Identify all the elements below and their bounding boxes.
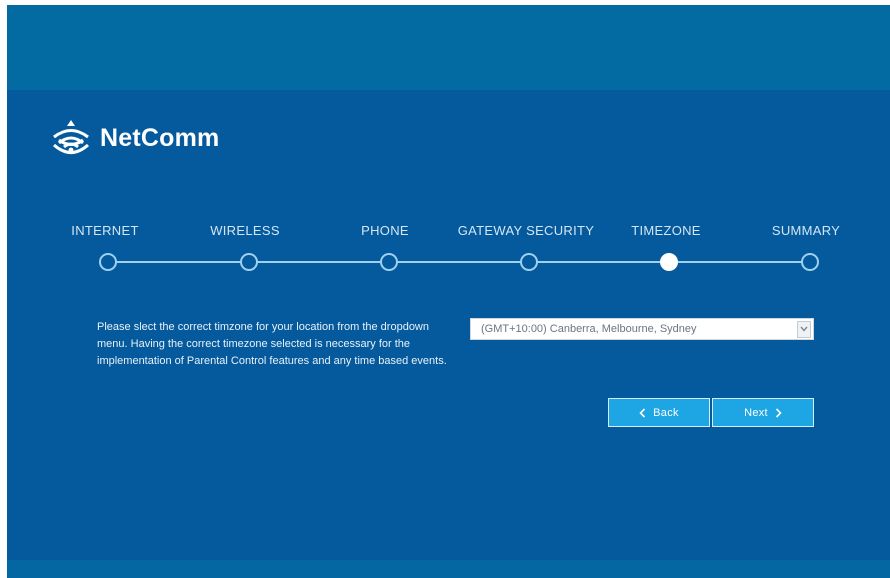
main-panel: NetComm INTERNET WIRELESS PHONE GATEWAY … bbox=[7, 90, 890, 560]
brand-logo: NetComm bbox=[50, 118, 219, 158]
step-label-phone[interactable]: PHONE bbox=[361, 223, 409, 238]
step-dot-summary[interactable] bbox=[801, 253, 819, 271]
wizard-frame: NetComm INTERNET WIRELESS PHONE GATEWAY … bbox=[7, 5, 890, 578]
next-button[interactable]: Next bbox=[712, 398, 814, 427]
brand-name: NetComm bbox=[100, 123, 220, 152]
footer-band bbox=[7, 560, 890, 578]
chevron-left-icon bbox=[639, 407, 646, 418]
step-label-timezone[interactable]: TIMEZONE bbox=[631, 223, 701, 238]
step-label-wireless[interactable]: WIRELESS bbox=[210, 223, 280, 238]
timezone-select[interactable]: (GMT+10:00) Canberra, Melbourne, Sydney bbox=[470, 318, 814, 340]
chevron-right-icon bbox=[775, 407, 782, 418]
timezone-description: Please slect the correct timzone for you… bbox=[97, 321, 447, 367]
step-dot-phone[interactable] bbox=[380, 253, 398, 271]
timezone-selected-value: (GMT+10:00) Canberra, Melbourne, Sydney bbox=[481, 323, 697, 335]
step-dot-timezone[interactable] bbox=[660, 253, 678, 271]
chevron-down-icon[interactable] bbox=[797, 320, 811, 338]
step-progress-track bbox=[107, 261, 810, 263]
step-dot-internet[interactable] bbox=[99, 253, 117, 271]
back-button-label: Back bbox=[653, 406, 679, 419]
wifi-signal-icon bbox=[53, 120, 89, 154]
step-dot-wireless[interactable] bbox=[240, 253, 258, 271]
back-button[interactable]: Back bbox=[608, 398, 710, 427]
header-band bbox=[7, 5, 890, 90]
step-label-internet[interactable]: INTERNET bbox=[71, 223, 138, 238]
step-dot-gateway-security[interactable] bbox=[520, 253, 538, 271]
wizard-steps: INTERNET WIRELESS PHONE GATEWAY SECURITY… bbox=[7, 223, 890, 273]
step-label-summary[interactable]: SUMMARY bbox=[772, 223, 840, 238]
step-label-gateway-security[interactable]: GATEWAY SECURITY bbox=[458, 223, 595, 238]
next-button-label: Next bbox=[744, 406, 768, 419]
